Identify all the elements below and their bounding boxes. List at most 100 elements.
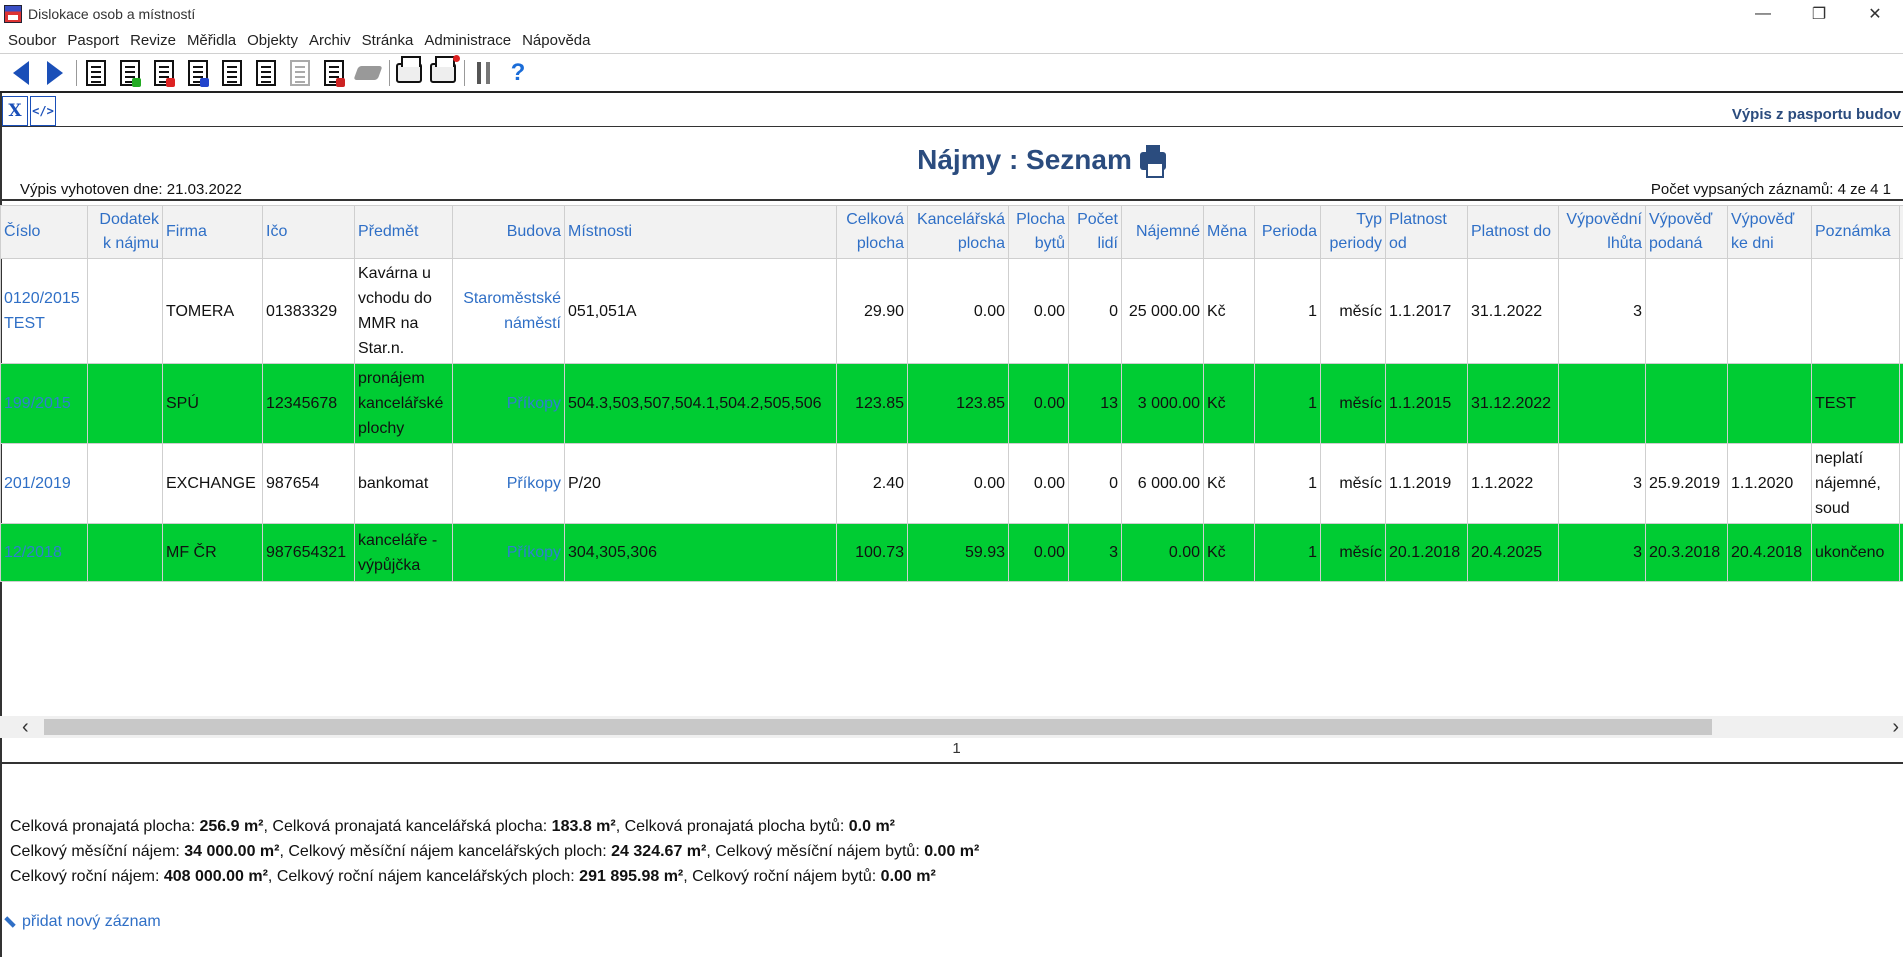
- cell-cislo[interactable]: 199/2015: [0, 363, 88, 444]
- cell-mena: Kč: [1203, 258, 1255, 364]
- col-header[interactable]: Typ periody: [1320, 205, 1386, 259]
- menu-administrace[interactable]: Administrace: [420, 32, 518, 49]
- col-header[interactable]: D v: [1899, 205, 1903, 259]
- export-excel-button[interactable]: X: [2, 96, 28, 126]
- col-header[interactable]: Platnost do: [1467, 205, 1559, 259]
- cell-vypoved-podana: [1645, 258, 1728, 364]
- menu-soubor[interactable]: Soubor: [4, 32, 63, 49]
- menu-stranka[interactable]: Stránka: [358, 32, 421, 49]
- cell-perioda: 1: [1254, 363, 1321, 444]
- col-header[interactable]: Perioda: [1254, 205, 1321, 259]
- cell-celkova-plocha: 100.73: [836, 523, 908, 582]
- eraser-button[interactable]: [353, 58, 383, 88]
- cell-dodatek: [87, 523, 163, 582]
- table-row[interactable]: 199/2015 SPÚ 12345678 pronájem kancelářs…: [0, 363, 1903, 444]
- minimize-button[interactable]: —: [1735, 0, 1791, 28]
- cell-cislo[interactable]: 12/2018: [0, 523, 88, 582]
- print-icon[interactable]: [1139, 145, 1166, 178]
- col-header[interactable]: Platnost od: [1385, 205, 1468, 259]
- doc-blue-button[interactable]: [185, 58, 211, 88]
- col-header[interactable]: Měna: [1203, 205, 1255, 259]
- cell-budova[interactable]: Příkopy: [452, 523, 565, 582]
- table-row[interactable]: 12/2018 MF ČR 987654321 kanceláře - výpů…: [0, 523, 1903, 582]
- table-row[interactable]: 0120/2015 TEST TOMERA 01383329 Kavárna u…: [0, 258, 1903, 364]
- scrollbar-thumb[interactable]: [44, 719, 1712, 735]
- cell-dodatek: [87, 363, 163, 444]
- col-header[interactable]: Nájemné: [1121, 205, 1204, 259]
- cell-extra: 3 1: [1899, 363, 1903, 444]
- col-header[interactable]: Místnosti: [564, 205, 837, 259]
- summary-value: 256.9 m²: [199, 818, 264, 835]
- menu-napoveda[interactable]: Nápověda: [518, 32, 597, 49]
- menu-archiv[interactable]: Archiv: [305, 32, 358, 49]
- cell-cislo[interactable]: 0120/2015 TEST: [0, 258, 88, 364]
- cell-platnost-do: 31.1.2022: [1467, 258, 1559, 364]
- col-header[interactable]: Výpověď ke dni: [1727, 205, 1812, 259]
- cell-budova[interactable]: Staroměstské náměstí: [452, 258, 565, 364]
- cell-ico: 987654: [262, 443, 355, 524]
- cell-pocet-lidi: 13: [1068, 363, 1122, 444]
- col-header[interactable]: Výpověď podaná: [1645, 205, 1728, 259]
- close-button[interactable]: ✕: [1847, 0, 1903, 28]
- doc-copy-button[interactable]: [253, 58, 279, 88]
- col-header[interactable]: Plocha bytů: [1008, 205, 1069, 259]
- summary-label: Celkový roční nájem:: [10, 868, 164, 885]
- doc-edit-button[interactable]: [117, 58, 143, 88]
- page-number[interactable]: 1: [952, 740, 960, 757]
- col-header[interactable]: Poznámka: [1811, 205, 1900, 259]
- col-header[interactable]: Dodatek k nájmu: [87, 205, 163, 259]
- cell-cislo[interactable]: 201/2019: [0, 443, 88, 524]
- horizontal-scrollbar[interactable]: ‹ ›: [0, 716, 1903, 738]
- doc-report-button[interactable]: [321, 58, 347, 88]
- col-header[interactable]: Budova: [452, 205, 565, 259]
- col-header[interactable]: Kancelářská plocha: [907, 205, 1009, 259]
- cell-plocha-bytu: 0.00: [1008, 258, 1069, 364]
- cell-kancelarska-plocha: 123.85: [907, 363, 1009, 444]
- report-link[interactable]: Výpis z pasportu budov: [1732, 106, 1901, 123]
- tools-button[interactable]: [471, 58, 497, 88]
- app-icon: [4, 5, 22, 23]
- doc-blank-button[interactable]: [219, 58, 245, 88]
- doc-disabled-button[interactable]: [287, 58, 313, 88]
- cell-mistnosti: 051,051A: [564, 258, 837, 364]
- table-row[interactable]: 201/2019 EXCHANGE 987654 bankomat Příkop…: [0, 443, 1903, 524]
- pager: 1: [0, 740, 1903, 757]
- col-header[interactable]: Počet lidí: [1068, 205, 1122, 259]
- document-blank-icon: [222, 60, 242, 86]
- cell-dodatek: [87, 443, 163, 524]
- forward-button[interactable]: [42, 58, 68, 88]
- export-code-button[interactable]: </>: [30, 96, 56, 126]
- menu-pasport[interactable]: Pasport: [63, 32, 126, 49]
- summary-yearly-line: Celkový roční nájem: 408 000.00 m², Celk…: [10, 864, 979, 889]
- col-header[interactable]: Ičo: [262, 205, 355, 259]
- col-header[interactable]: Výpovědní lhůta: [1558, 205, 1646, 259]
- back-button[interactable]: [8, 58, 34, 88]
- doc-list-button[interactable]: [83, 58, 109, 88]
- cell-budova[interactable]: Příkopy: [452, 443, 565, 524]
- cell-budova[interactable]: Příkopy: [452, 363, 565, 444]
- scroll-right-icon[interactable]: ›: [1892, 716, 1899, 738]
- col-header[interactable]: Předmět: [354, 205, 453, 259]
- title-bar: Dislokace osob a místností — ❐ ✕: [0, 0, 1903, 28]
- help-button[interactable]: ?: [505, 58, 531, 88]
- print-setup-button[interactable]: [430, 55, 460, 88]
- page-title-text: Nájmy : Seznam: [917, 144, 1132, 175]
- col-header[interactable]: Celková plocha: [836, 205, 908, 259]
- add-record-link[interactable]: přidat nový záznam: [4, 913, 161, 931]
- col-header[interactable]: Firma: [162, 205, 263, 259]
- menu-objekty[interactable]: Objekty: [243, 32, 305, 49]
- col-header[interactable]: Číslo: [0, 205, 88, 259]
- print-button[interactable]: [396, 56, 422, 88]
- cell-platnost-do: 31.12.2022: [1467, 363, 1559, 444]
- scroll-left-icon[interactable]: ‹: [22, 716, 29, 738]
- divider: [0, 762, 1903, 764]
- doc-red-button[interactable]: [151, 58, 177, 88]
- restore-button[interactable]: ❐: [1791, 0, 1847, 28]
- printer-icon: [396, 56, 422, 83]
- menu-meridla[interactable]: Měřidla: [183, 32, 243, 49]
- cell-platnost-do: 1.1.2022: [1467, 443, 1559, 524]
- menu-revize[interactable]: Revize: [126, 32, 183, 49]
- cell-vypoved-ke-dni: [1727, 363, 1812, 444]
- cell-extra: 6 1: [1899, 258, 1903, 364]
- cell-vypoved-ke-dni: 20.4.2018: [1727, 523, 1812, 582]
